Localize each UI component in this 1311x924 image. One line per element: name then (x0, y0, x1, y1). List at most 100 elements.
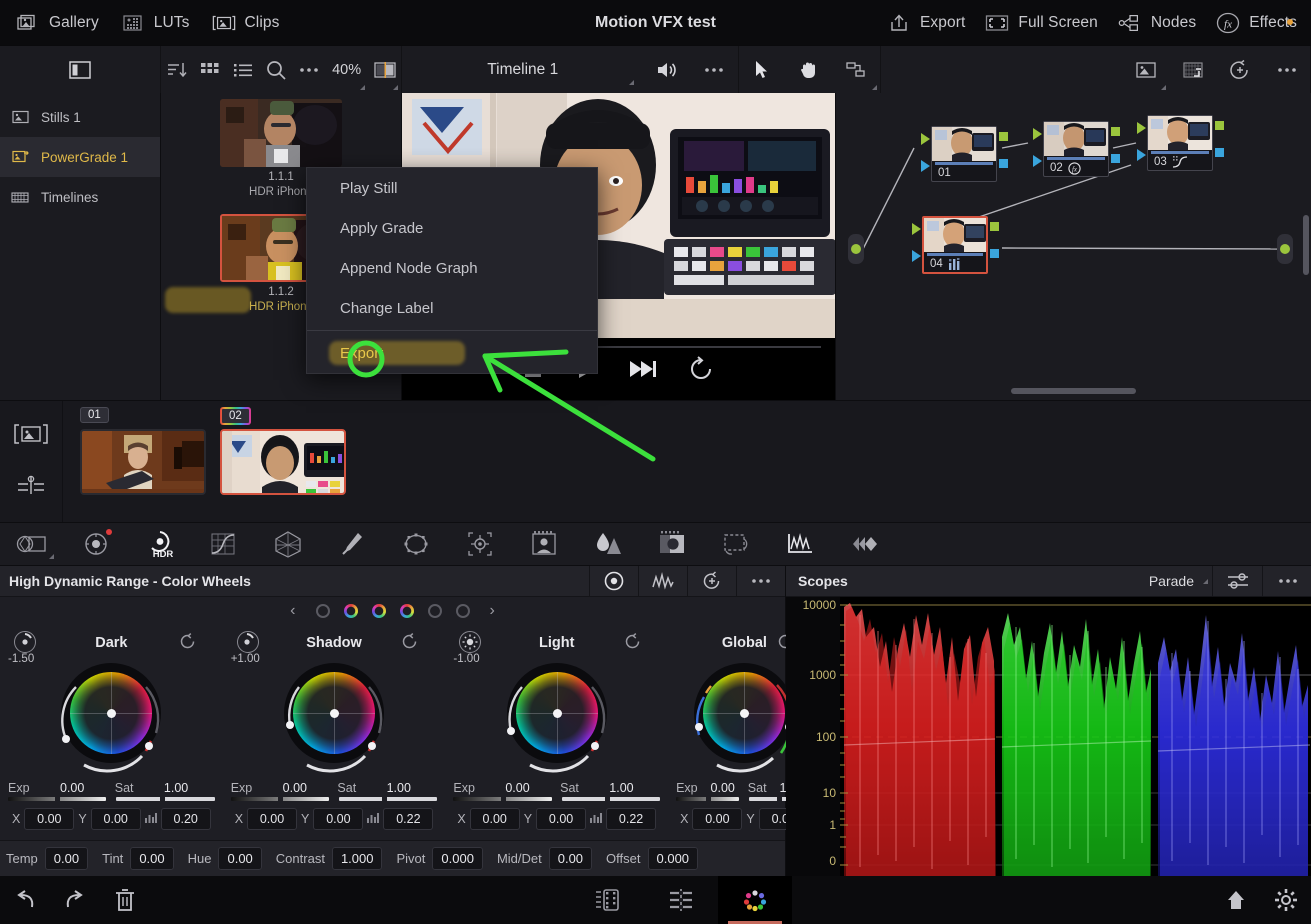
node-input-key[interactable] (1137, 149, 1146, 161)
z-value[interactable]: 0.22 (606, 808, 657, 830)
search-button[interactable] (259, 46, 292, 93)
stereo-button[interactable] (832, 522, 896, 566)
menu-item-change-label[interactable]: Change Label (307, 288, 597, 328)
sizing-button[interactable] (704, 522, 768, 566)
node-output-rgb[interactable] (1215, 121, 1224, 130)
x-value[interactable]: 0.00 (247, 808, 298, 830)
list-view-button[interactable] (227, 46, 260, 93)
timeline-name-button[interactable]: Timeline 1 (402, 46, 644, 93)
sidebar-item-stills[interactable]: Stills 1 (0, 97, 160, 137)
sat-slider[interactable] (561, 796, 661, 802)
exp-value[interactable]: 0.00 (256, 781, 333, 795)
wheel-reset-button[interactable] (178, 632, 197, 656)
pager-dot[interactable] (427, 604, 442, 618)
node-input-key[interactable] (912, 250, 921, 262)
sat-slider[interactable] (339, 796, 438, 802)
scopes-graph-body[interactable]: 10000 1000 100 10 1 0 (786, 597, 1311, 882)
pager-dot[interactable] (455, 604, 470, 618)
wheel-reset-button[interactable] (400, 632, 419, 656)
param-field[interactable]: 1.000 (331, 846, 383, 870)
undo-button[interactable] (0, 876, 50, 924)
exp-value[interactable]: 0.00 (702, 781, 744, 795)
node-input-key[interactable] (1033, 155, 1042, 167)
waveform-button[interactable] (638, 565, 687, 597)
reset-zoom-button[interactable] (1216, 46, 1263, 93)
node-output-key[interactable] (990, 249, 999, 258)
nodes-button[interactable]: Nodes (1118, 13, 1196, 33)
color-page-button[interactable] (717, 876, 792, 924)
scope-mode-selector[interactable]: Parade (1149, 573, 1212, 589)
loop-button[interactable] (688, 356, 716, 382)
exp-value[interactable]: 0.00 (479, 781, 556, 795)
hdr-wheels-button[interactable]: HDR (128, 522, 192, 566)
flags-icon[interactable] (14, 474, 48, 501)
wheel-center-handle[interactable] (330, 709, 340, 718)
clip-range-icon[interactable] (13, 423, 49, 450)
node-output-rgb[interactable] (999, 132, 1008, 141)
param-field[interactable]: 0.00 (218, 846, 262, 870)
sat-value[interactable]: 1.00 (138, 781, 215, 795)
clips-button[interactable]: Clips (212, 13, 280, 33)
color-wheels-more-button[interactable] (736, 565, 785, 597)
pager-prev-button[interactable]: ‹ (284, 602, 301, 620)
z-value[interactable]: 0.20 (160, 808, 211, 830)
param-value[interactable]: 0.00 (130, 846, 174, 870)
scope-settings-button[interactable] (1212, 565, 1262, 597)
node-input-rgb[interactable] (912, 223, 921, 235)
param-field[interactable]: 0.000 (432, 846, 483, 870)
sidebar-item-timelines[interactable]: Timelines (0, 177, 160, 217)
node-output-key[interactable] (1111, 154, 1120, 163)
sat-value[interactable]: 1.00 (360, 781, 437, 795)
node-item[interactable]: 01 (921, 126, 1008, 182)
pointer-tool-button[interactable] (739, 46, 786, 93)
param-value[interactable]: 0.00 (44, 846, 89, 870)
node-fit-button[interactable] (1169, 46, 1216, 93)
param-value[interactable]: 0.000 (432, 846, 483, 870)
next-clip-button[interactable] (628, 357, 658, 381)
effects-button[interactable]: fx Effects (1216, 12, 1297, 33)
hand-tool-button[interactable] (786, 46, 833, 93)
home-button[interactable] (1211, 876, 1261, 924)
node-thumbnail-button[interactable] (1122, 46, 1169, 93)
node-more-button[interactable] (1263, 46, 1310, 93)
sidebar-item-powergrade[interactable]: PowerGrade 1 (0, 137, 160, 177)
grid-view-button[interactable] (194, 46, 227, 93)
gallery-button[interactable]: Gallery (16, 13, 99, 33)
node-output-rgb[interactable] (1111, 127, 1120, 136)
node-graph-hscrollbar[interactable] (1011, 388, 1136, 394)
split-view-button[interactable] (368, 46, 401, 93)
node-item[interactable]: 03 (1137, 115, 1224, 171)
reset-button[interactable] (687, 565, 736, 597)
node-output-key[interactable] (1215, 148, 1224, 157)
zoom-level-button[interactable]: 40% (325, 46, 368, 93)
pager-dot[interactable] (315, 604, 330, 618)
node-item[interactable]: 02 fx (1033, 121, 1120, 177)
pager-next-button[interactable]: › (484, 602, 501, 620)
audio-mute-button[interactable] (644, 46, 691, 93)
settings-button[interactable] (1261, 876, 1311, 924)
y-value[interactable]: 0.00 (536, 808, 587, 830)
exp-value[interactable]: 0.00 (34, 781, 111, 795)
node-arrange-button[interactable] (833, 46, 880, 93)
wheel-control[interactable] (50, 663, 172, 781)
param-value[interactable]: 0.00 (548, 846, 593, 870)
param-field[interactable]: 0.000 (647, 846, 699, 870)
wheel-control[interactable] (273, 663, 395, 781)
pager-dot[interactable] (371, 604, 386, 618)
delete-button[interactable] (100, 876, 150, 924)
blur-button[interactable] (576, 522, 640, 566)
node-input-rgb[interactable] (1033, 128, 1042, 140)
sat-value[interactable]: 1.00 (583, 781, 660, 795)
x-value[interactable]: 0.00 (24, 808, 75, 830)
node-graph-panel[interactable]: 01 02 fx 03 04 (835, 93, 1311, 400)
tracker-button[interactable] (448, 522, 512, 566)
wheel-gain-knob[interactable] (459, 631, 482, 653)
node-output-key[interactable] (999, 159, 1008, 168)
scopes-more-button[interactable] (1262, 565, 1311, 597)
node-graph-vscrollbar[interactable] (1303, 215, 1309, 275)
power-window-button[interactable] (384, 522, 448, 566)
color-match-button[interactable] (64, 522, 128, 566)
pager-dot[interactable] (399, 604, 414, 618)
y-value[interactable]: 0.00 (90, 808, 141, 830)
x-value[interactable]: 0.00 (469, 808, 520, 830)
